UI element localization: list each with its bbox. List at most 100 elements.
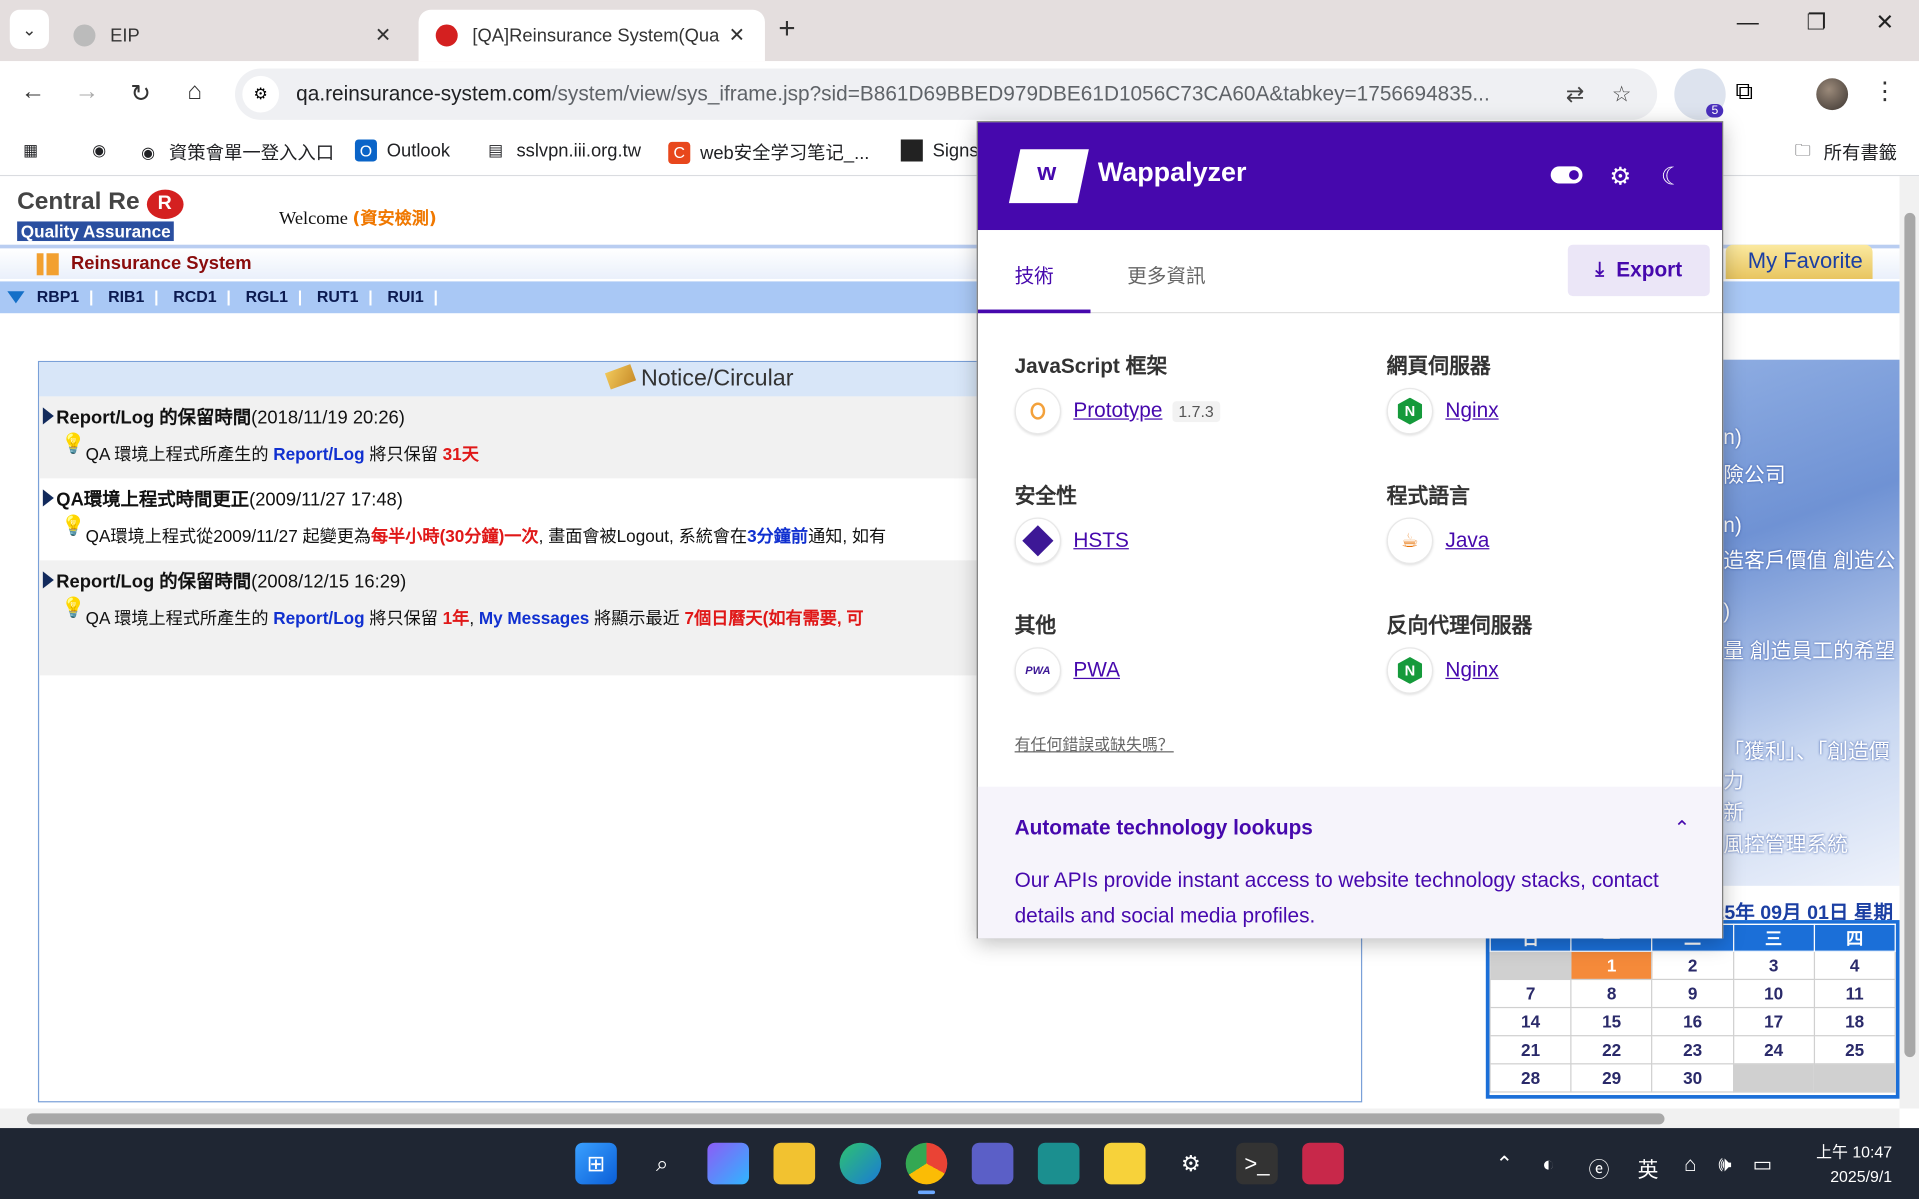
technology-link[interactable]: HSTS	[1073, 529, 1128, 553]
menu-item[interactable]: RUI1	[387, 288, 423, 306]
translate-icon[interactable]: ⇄	[1557, 81, 1594, 107]
back-button[interactable]: ←	[15, 78, 52, 106]
search-icon[interactable]: ⌕	[641, 1143, 683, 1185]
calendar-day[interactable]: 9	[1651, 978, 1734, 1009]
site-info-icon[interactable]: ⚙	[242, 75, 280, 113]
globe-icon[interactable]: ◉	[88, 139, 120, 161]
dark-mode-moon-icon[interactable]: ☾	[1661, 162, 1683, 193]
volume-icon[interactable]: 🕪	[1718, 1153, 1731, 1177]
calendar-day[interactable]: 25	[1813, 1035, 1896, 1065]
browser-menu-icon[interactable]: ⋮	[1873, 76, 1897, 107]
tray-e-icon[interactable]: ⓔ	[1589, 1153, 1610, 1184]
bookmark-sslvpn[interactable]: ▤ sslvpn.iii.org.tw	[485, 139, 641, 161]
tab-search-button[interactable]: ⌄	[9, 9, 49, 49]
reload-button[interactable]: ↻	[122, 78, 159, 109]
bookmark-star-icon[interactable]: ☆	[1603, 81, 1640, 107]
input-language[interactable]: 英	[1638, 1153, 1659, 1184]
network-icon[interactable]: ⌂	[1684, 1153, 1697, 1177]
calendar-day[interactable]: 10	[1732, 978, 1815, 1009]
calendar-day[interactable]: 7	[1489, 978, 1572, 1009]
minimize-button[interactable]: —	[1723, 10, 1772, 36]
wappalyzer-extension-button[interactable]: 5	[1674, 68, 1726, 120]
tab-eip[interactable]: EIP ✕	[56, 10, 411, 61]
edge-icon[interactable]	[839, 1142, 882, 1185]
bookmark-label: Outlook	[386, 140, 451, 161]
technology-link[interactable]: Prototype	[1073, 399, 1162, 423]
automate-title[interactable]: Automate technology lookups	[1015, 816, 1313, 840]
calendar-day[interactable]: 2	[1651, 950, 1734, 981]
address-bar[interactable]: ⚙ qa.reinsurance-system.com/system/view/…	[234, 68, 1658, 120]
calendar-day-today[interactable]: 1	[1570, 950, 1653, 981]
scrollbar-thumb[interactable]	[1904, 212, 1916, 1058]
forward-button[interactable]: →	[69, 78, 106, 106]
new-tab-button[interactable]: +	[778, 12, 795, 46]
calendar-day[interactable]: 23	[1651, 1035, 1734, 1065]
all-bookmarks-folder[interactable]: 🗀 所有書籤	[1792, 139, 1897, 165]
home-button[interactable]: ⌂	[176, 78, 213, 106]
export-button[interactable]: ⤓ Export	[1567, 244, 1710, 297]
apps-grid-icon[interactable]: ▦	[20, 139, 52, 161]
calendar-day[interactable]: 30	[1651, 1063, 1734, 1093]
chevron-up-icon[interactable]: ⌃	[1496, 1153, 1513, 1177]
extensions-puzzle-icon[interactable]: ⧉	[1735, 78, 1752, 106]
close-icon[interactable]: ✕	[372, 23, 394, 47]
enable-toggle[interactable]	[1550, 166, 1583, 184]
chevron-up-icon[interactable]: ⌃	[1674, 816, 1690, 840]
menu-item[interactable]: RIB1	[108, 288, 144, 306]
bookmark-sso[interactable]: ◉ 資策會單一登入入口	[137, 139, 334, 165]
tab-more-info[interactable]: 更多資訊	[1127, 259, 1205, 288]
bookmark-outlook[interactable]: O Outlook	[354, 139, 451, 162]
settings-gear-icon[interactable]: ⚙	[1170, 1143, 1212, 1185]
settings-gear-icon[interactable]: ⚙	[1609, 162, 1631, 193]
menu-triangle-icon[interactable]	[7, 291, 25, 304]
calendar-day[interactable]: 14	[1489, 1006, 1572, 1037]
app-x64-icon[interactable]	[1302, 1142, 1344, 1185]
calendar-day[interactable]: 24	[1732, 1035, 1815, 1065]
calendar-day[interactable]: 11	[1813, 978, 1896, 1009]
calendar-day[interactable]: 15	[1570, 1006, 1653, 1037]
close-icon[interactable]: ✕	[726, 23, 748, 47]
horizontal-scrollbar[interactable]	[0, 1108, 1900, 1129]
calendar-day[interactable]: 8	[1570, 978, 1653, 1009]
calendar-day[interactable]: 28	[1489, 1063, 1572, 1093]
report-issue-link[interactable]: 有任何錯誤或缺失嗎？	[1015, 732, 1174, 755]
teams-icon[interactable]	[971, 1142, 1014, 1185]
chrome-icon[interactable]	[905, 1142, 948, 1195]
technology-link[interactable]: Nginx	[1445, 399, 1498, 423]
tab-reinsurance[interactable]: [QA]Reinsurance System(Qua ✕	[418, 9, 765, 62]
m365-icon[interactable]	[707, 1142, 750, 1185]
calendar-day[interactable]: 4	[1813, 950, 1896, 981]
calendar-day[interactable]: 22	[1570, 1035, 1653, 1065]
start-windows-icon[interactable]: ⊞	[575, 1142, 617, 1185]
menu-item[interactable]: RUT1	[317, 288, 359, 306]
calendar-day[interactable]: 29	[1570, 1063, 1653, 1093]
profile-avatar[interactable]	[1816, 78, 1849, 111]
vertical-scrollbar[interactable]	[1899, 176, 1919, 1109]
url-text[interactable]: qa.reinsurance-system.com/system/view/sy…	[296, 82, 1547, 106]
calendar-day[interactable]: 18	[1813, 1006, 1896, 1037]
sticky-notes-icon[interactable]	[1103, 1142, 1146, 1185]
technology-link[interactable]: Nginx	[1445, 658, 1498, 682]
battery-icon[interactable]: ▭	[1753, 1153, 1773, 1177]
tab-technologies[interactable]: 技術	[977, 230, 1091, 314]
bookmark-websec[interactable]: Cweb安全学习笔记_...	[668, 139, 869, 165]
menu-item[interactable]: RGL1	[246, 288, 288, 306]
menu-item[interactable]: RBP1	[37, 288, 79, 306]
close-window-button[interactable]: ✕	[1860, 10, 1909, 36]
my-favorite-tab[interactable]: My Favorite	[1725, 244, 1873, 279]
restore-button[interactable]: ❐	[1792, 10, 1841, 36]
calendar-day[interactable]: 3	[1732, 950, 1815, 981]
technology-link[interactable]: Java	[1445, 529, 1489, 553]
technology-link[interactable]: PWA	[1073, 658, 1120, 682]
calendar-day[interactable]: 17	[1732, 1006, 1815, 1037]
calendar-day[interactable]: 21	[1489, 1035, 1572, 1065]
file-explorer-icon[interactable]	[773, 1142, 816, 1185]
calendar-day[interactable]: 16	[1651, 1006, 1734, 1037]
bookmark-signs[interactable]: Signs	[900, 139, 979, 162]
system-clock[interactable]: 上午 10:47 2025/9/1	[1792, 1140, 1892, 1189]
visio-icon[interactable]	[1037, 1142, 1080, 1185]
terminal-icon[interactable]: >_	[1236, 1142, 1278, 1185]
menu-item[interactable]: RCD1	[173, 288, 216, 306]
tray-app-icon[interactable]: ◐	[1542, 1153, 1555, 1177]
scrollbar-thumb[interactable]	[26, 1113, 1665, 1125]
